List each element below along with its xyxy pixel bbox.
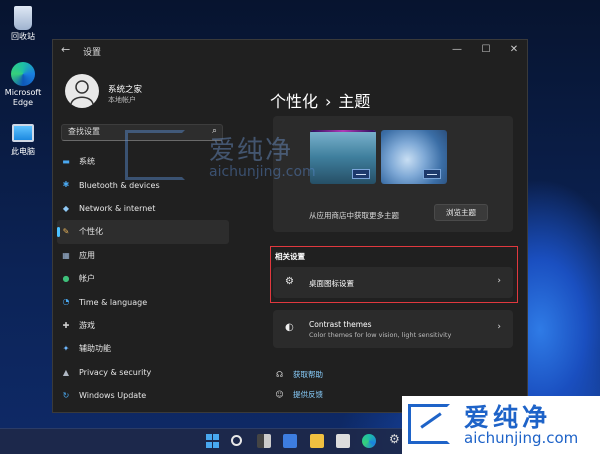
update-icon: ↻ [62, 390, 70, 400]
related-settings-heading: 相关设置 [275, 252, 305, 261]
sidebar-item-label: 帐户 [79, 274, 95, 284]
contrast-icon: ◐ [285, 322, 294, 333]
theme-thumbnail[interactable] [381, 130, 447, 184]
row-title: Contrast themes [309, 320, 372, 329]
sidebar-item[interactable]: ↻ Windows Update [53, 384, 229, 407]
sidebar-item-label: 个性化 [79, 227, 103, 237]
sidebar-item[interactable]: ◆ Network & internet [53, 197, 229, 220]
feedback-icon: ☺ [275, 390, 284, 399]
brand-logo-icon [408, 404, 450, 444]
desktop-icon-edge[interactable]: Microsoft Edge [3, 62, 43, 108]
brand-url: aichunjing.com [464, 429, 579, 447]
desktop-icon-label: Microsoft Edge [4, 88, 42, 107]
sidebar-item[interactable]: ✎ 个性化 [57, 220, 229, 244]
maximize-button[interactable]: ☐ [479, 44, 493, 55]
sidebar-item[interactable]: ◔ Time & language [53, 290, 229, 313]
edge-icon [11, 62, 35, 86]
sidebar-item-label: 应用 [79, 250, 95, 260]
widgets-icon[interactable] [283, 434, 297, 448]
desktop-icon-label: 此电脑 [11, 147, 35, 156]
sidebar-item[interactable]: ● 帐户 [53, 267, 229, 290]
edge-icon[interactable] [362, 434, 376, 448]
page-title: 个性化 › 主题 [270, 88, 370, 112]
row-subtitle: Color themes for low vision, light sensi… [309, 331, 452, 339]
breadcrumb-parent[interactable]: 个性化 [270, 92, 318, 111]
windows-logo-icon [206, 434, 212, 440]
browse-themes-button[interactable]: 浏览主题 [434, 204, 488, 221]
taskbar-preview [352, 169, 370, 179]
sidebar-item[interactable]: ▲ Privacy & security [53, 361, 229, 384]
store-themes-text: 从应用商店中获取更多主题 [309, 211, 399, 220]
accessibility-icon: ✦ [62, 344, 70, 354]
sidebar-item-label: Time & language [79, 297, 148, 307]
watermark: 爱纯净 aichunjing.com [125, 130, 325, 186]
person-icon [70, 80, 94, 105]
windows-logo-icon [206, 441, 212, 448]
help-icon: ☊ [275, 370, 284, 379]
brand-logo-box: 爱纯净 aichunjing.com [402, 396, 600, 454]
chevron-right-icon: › [497, 276, 501, 286]
settings-window: ← 设置 — ☐ ✕ 系统之家 本地帐户 ⌕ ▬系统✱Bluetooth & d… [52, 39, 528, 413]
account-icon: ● [62, 273, 70, 283]
taskbar-search-icon[interactable] [231, 435, 242, 446]
user-name: 系统之家 [108, 85, 143, 95]
watermark-logo-icon [125, 130, 185, 180]
link-label: 提供反馈 [293, 390, 323, 399]
row-title: 桌面图标设置 [309, 279, 354, 288]
shield-icon: ▲ [62, 367, 70, 377]
bluetooth-icon: ✱ [62, 180, 70, 190]
window-title: 设置 [83, 48, 102, 58]
desktop-settings-icon: ⚙ [285, 276, 294, 287]
sidebar-nav: ▬ 系统 ✱ Bluetooth & devices ◆ Network & intern… [53, 150, 229, 407]
desktop-icon-recycle-bin[interactable]: 回收站 [3, 6, 43, 42]
account-type: 本地帐户 [108, 96, 136, 104]
sidebar-item-label: Windows Update [79, 391, 147, 401]
apps-icon: ▦ [62, 250, 70, 260]
desktop-icon-label: 回收站 [11, 32, 35, 41]
title-bar: ← 设置 — ☐ ✕ [53, 40, 527, 62]
desktop-icon-settings-row[interactable]: ⚙ 桌面图标设置 › [273, 267, 513, 298]
breadcrumb-current: 主题 [338, 92, 371, 111]
avatar[interactable] [65, 74, 99, 108]
brush-icon: ✎ [62, 227, 70, 237]
wifi-icon: ◆ [62, 203, 70, 213]
desktop-icon-this-pc[interactable]: 此电脑 [3, 124, 43, 157]
sidebar-item-label: 系统 [79, 157, 95, 167]
globe-clock-icon: ◔ [62, 297, 70, 307]
computer-icon [12, 124, 34, 142]
taskbar-preview [423, 169, 441, 179]
file-explorer-icon[interactable] [310, 434, 324, 448]
back-button[interactable]: ← [61, 43, 70, 56]
contrast-themes-row[interactable]: ◐ Contrast themes Color themes for low v… [273, 310, 513, 348]
store-icon[interactable] [336, 434, 350, 448]
sidebar-item[interactable]: ▦ 应用 [53, 244, 229, 267]
task-view-icon[interactable] [257, 434, 271, 448]
sidebar-item-label: 游戏 [79, 320, 95, 330]
breadcrumb-separator: › [325, 92, 332, 111]
gamepad-icon: ✚ [62, 320, 70, 330]
windows-logo-icon [213, 441, 219, 448]
sidebar-item-label: 辅助功能 [79, 344, 111, 354]
minimize-button[interactable]: — [450, 44, 464, 55]
recycle-bin-icon [14, 6, 32, 30]
sidebar-item-label: Privacy & security [79, 367, 152, 377]
sidebar-item[interactable]: ✚ 游戏 [53, 314, 229, 337]
sidebar-item-label: Network & internet [79, 203, 156, 213]
link-label: 获取帮助 [293, 370, 323, 379]
feedback-link[interactable]: ☺ 提供反馈 [275, 389, 323, 400]
get-help-link[interactable]: ☊ 获取帮助 [275, 369, 323, 380]
windows-logo-icon [213, 434, 219, 440]
chevron-right-icon: › [497, 322, 501, 332]
close-button[interactable]: ✕ [507, 44, 521, 55]
watermark-url: aichunjing.com [209, 164, 316, 180]
sidebar-item[interactable]: ✦ 辅助功能 [53, 337, 229, 360]
settings-gear-icon[interactable]: ⚙ [389, 432, 403, 446]
monitor-icon: ▬ [62, 157, 70, 166]
start-button[interactable] [206, 434, 220, 448]
watermark-text: 爱纯净 [209, 136, 294, 166]
